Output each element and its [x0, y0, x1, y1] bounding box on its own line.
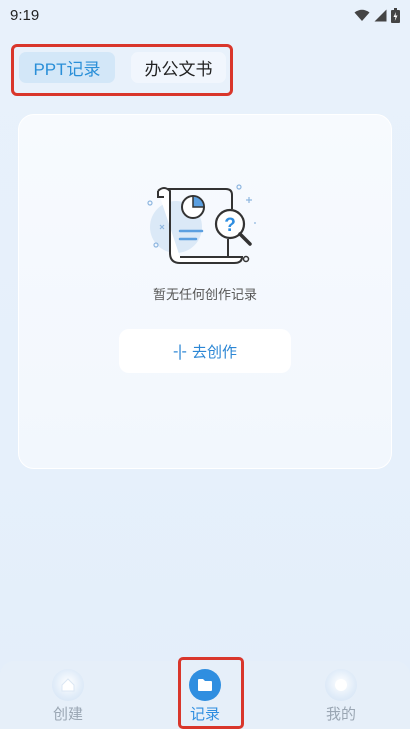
home-icon — [52, 669, 84, 701]
svg-text:?: ? — [224, 215, 236, 236]
status-bar: 9:19 — [0, 0, 410, 30]
status-time: 9:19 — [10, 6, 40, 24]
nav-label-create: 创建 — [52, 705, 83, 723]
status-icons — [354, 7, 400, 23]
battery-icon — [391, 7, 400, 23]
user-icon — [325, 669, 357, 701]
nav-item-mine[interactable]: 我的 — [301, 667, 381, 725]
go-create-label: 去创作 — [191, 342, 237, 361]
signal-icon — [374, 9, 387, 21]
tab-ppt-records[interactable]: PPT记录 — [19, 52, 115, 83]
go-create-button[interactable]: -|- 去创作 — [119, 329, 291, 373]
records-highlight-frame — [178, 657, 244, 729]
document-search-icon: ? — [147, 184, 256, 264]
nav-label-mine: 我的 — [325, 705, 356, 723]
plus-icon: -|- — [173, 342, 187, 360]
tab-office-documents[interactable]: 办公文书 — [131, 52, 226, 83]
empty-state-message: 暂无任何创作记录 — [152, 288, 257, 303]
wifi-icon — [354, 9, 370, 21]
nav-item-create[interactable]: 创建 — [28, 667, 108, 725]
